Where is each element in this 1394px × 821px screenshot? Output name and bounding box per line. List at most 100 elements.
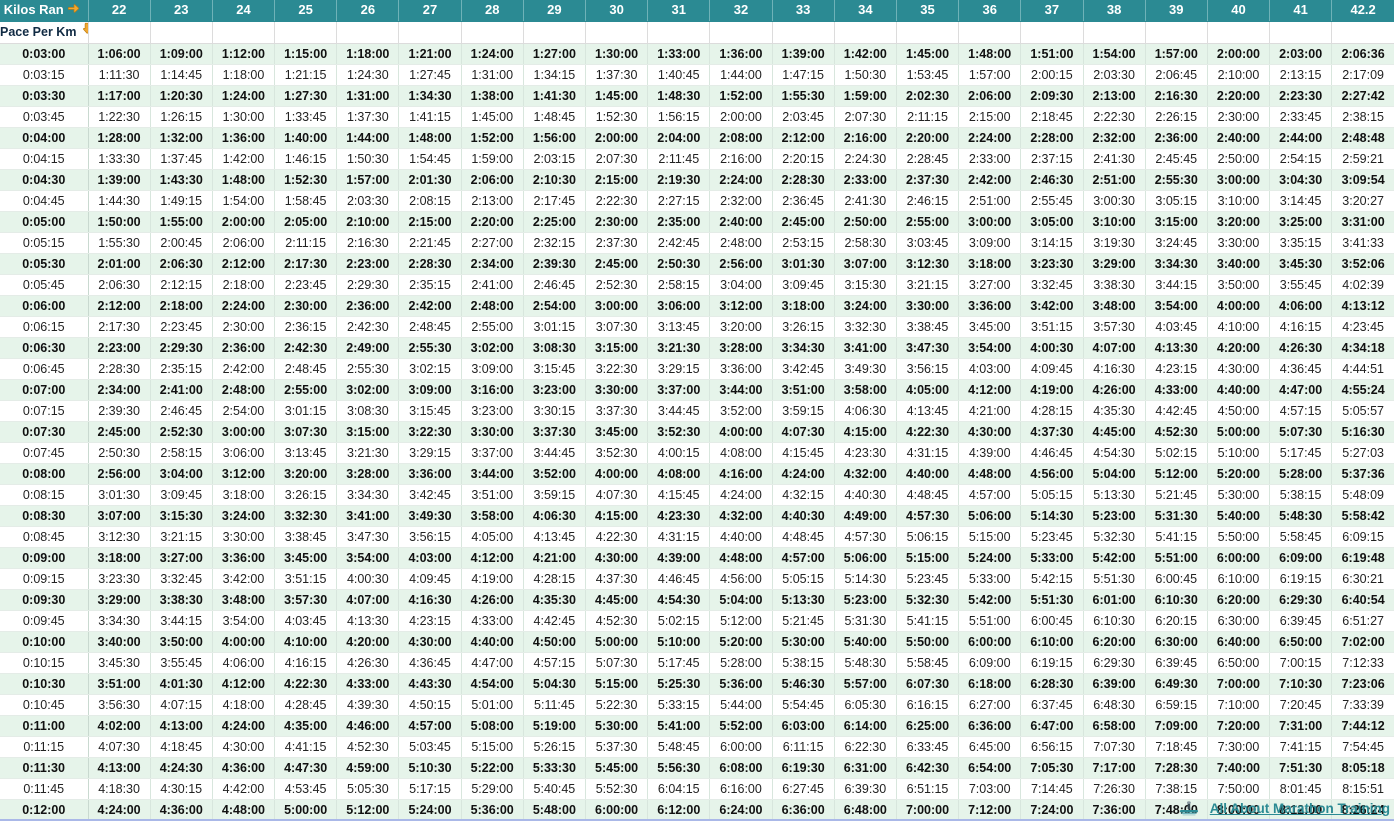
finish-time-cell: 7:24:00 — [1020, 799, 1084, 821]
finish-time-cell: 3:34:30 — [772, 337, 835, 359]
table-row: 0:08:30 3:07:00 3:15:30 3:24:00 3:32:30 3:41:… — [0, 505, 1394, 527]
finish-time-cell: 6:00:00 — [709, 736, 773, 758]
finish-time-cell: 5:24:00 — [398, 799, 462, 821]
finish-time-cell: 2:36:00 — [1145, 127, 1208, 149]
finish-time-cell: 3:06:00 — [212, 442, 276, 464]
finish-time-cell: 4:30:00 — [398, 631, 462, 653]
finish-time-cell: 6:47:00 — [1020, 715, 1084, 737]
finish-time-cell: 3:49:30 — [834, 358, 897, 380]
finish-time-cell: 1:39:00 — [88, 169, 151, 191]
finish-time-cell: 4:18:00 — [212, 694, 276, 716]
finish-time-cell: 2:20:00 — [896, 127, 960, 149]
finish-time-cell: 2:50:30 — [88, 442, 151, 464]
finish-time-cell: 4:47:00 — [1269, 379, 1333, 401]
finish-time-cell: 4:00:30 — [1020, 337, 1084, 359]
table-row: 0:04:45 1:44:30 1:49:15 1:54:00 1:58:45 2:03:… — [0, 190, 1394, 212]
finish-time-cell: 2:16:30 — [336, 232, 400, 254]
pace-cell: 0:04:30 — [0, 169, 89, 191]
finish-time-cell: 2:16:00 — [834, 127, 897, 149]
distance-header-33: 33 — [772, 0, 835, 22]
finish-time-cell: 1:31:00 — [461, 64, 524, 86]
finish-time-cell: 3:13:45 — [647, 316, 711, 338]
finish-time-cell: 3:32:45 — [1020, 274, 1084, 296]
finish-time-cell: 2:36:45 — [772, 190, 835, 212]
finish-time-cell: 2:51:00 — [958, 190, 1022, 212]
finish-time-cell: 2:39:30 — [88, 400, 151, 422]
finish-time-cell: 5:13:30 — [1083, 484, 1146, 506]
finish-time-cell: 6:39:45 — [1145, 652, 1208, 674]
pace-label-spacer-cell — [834, 21, 897, 44]
finish-time-cell: 2:19:30 — [647, 169, 711, 191]
finish-time-cell: 6:19:30 — [772, 757, 835, 779]
finish-time-cell: 2:00:00 — [709, 106, 773, 128]
finish-time-cell: 7:10:30 — [1269, 673, 1333, 695]
finish-time-cell: 2:05:00 — [274, 211, 338, 233]
finish-time-cell: 7:40:00 — [1207, 757, 1271, 779]
finish-time-cell: 5:23:45 — [1020, 526, 1084, 548]
finish-time-cell: 4:00:30 — [336, 568, 400, 590]
finish-time-cell: 2:10:30 — [523, 169, 587, 191]
pace-cell: 0:07:00 — [0, 379, 89, 401]
pace-label-spacer-cell — [1145, 21, 1208, 44]
finish-time-cell: 2:29:30 — [150, 337, 213, 359]
distance-header-36: 36 — [958, 0, 1022, 22]
finish-time-cell: 3:16:00 — [461, 379, 524, 401]
finish-time-cell: 2:32:15 — [523, 232, 587, 254]
finish-time-cell: 2:06:00 — [461, 169, 524, 191]
finish-time-cell: 4:53:45 — [274, 778, 338, 800]
finish-time-cell: 4:48:00 — [958, 463, 1022, 485]
finish-time-cell: 3:41:33 — [1331, 232, 1394, 254]
finish-time-cell: 2:03:15 — [523, 148, 587, 170]
finish-time-cell: 4:13:00 — [88, 757, 151, 779]
finish-time-cell: 6:19:48 — [1331, 547, 1394, 569]
finish-time-cell: 2:23:30 — [1269, 85, 1333, 107]
finish-time-cell: 1:42:00 — [212, 148, 276, 170]
finish-time-cell: 6:49:30 — [1145, 673, 1208, 695]
finish-time-cell: 1:52:00 — [461, 127, 524, 149]
finish-time-cell: 2:49:00 — [336, 337, 400, 359]
finish-time-cell: 7:07:30 — [1083, 736, 1146, 758]
finish-time-cell: 4:15:00 — [585, 505, 649, 527]
finish-time-cell: 2:00:00 — [585, 127, 649, 149]
finish-time-cell: 1:27:30 — [274, 85, 338, 107]
finish-time-cell: 2:06:00 — [212, 232, 276, 254]
finish-time-cell: 3:15:00 — [1145, 211, 1208, 233]
finish-time-cell: 3:51:15 — [274, 568, 338, 590]
finish-time-cell: 4:07:15 — [150, 694, 213, 716]
finish-time-cell: 3:37:30 — [585, 400, 649, 422]
finish-time-cell: 2:30:00 — [585, 211, 649, 233]
finish-time-cell: 2:38:15 — [1331, 106, 1394, 128]
finish-time-cell: 1:40:45 — [647, 64, 711, 86]
finish-time-cell: 3:42:00 — [212, 568, 276, 590]
finish-time-cell: 3:29:00 — [88, 589, 151, 611]
finish-time-cell: 5:52:30 — [585, 778, 649, 800]
finish-time-cell: 1:42:00 — [834, 43, 897, 65]
finish-time-cell: 5:07:30 — [1269, 421, 1333, 443]
finish-time-cell: 3:00:30 — [1083, 190, 1146, 212]
finish-time-cell: 3:41:00 — [336, 505, 400, 527]
finish-time-cell: 4:40:00 — [461, 631, 524, 653]
finish-time-cell: 6:48:30 — [1083, 694, 1146, 716]
finish-time-cell: 1:56:00 — [523, 127, 587, 149]
finish-time-cell: 6:01:00 — [1083, 589, 1146, 611]
pace-cell: 0:03:30 — [0, 85, 89, 107]
finish-time-cell: 3:08:30 — [336, 400, 400, 422]
all-about-marathon-training-link[interactable]: All About Marathon Training — [1210, 801, 1390, 816]
finish-time-cell: 3:51:00 — [772, 379, 835, 401]
finish-time-cell: 2:37:15 — [1020, 148, 1084, 170]
finish-time-cell: 4:57:30 — [896, 505, 960, 527]
finish-time-cell: 5:15:00 — [958, 526, 1022, 548]
finish-time-cell: 2:27:00 — [461, 232, 524, 254]
finish-time-cell: 3:47:30 — [896, 337, 960, 359]
finish-time-cell: 3:14:45 — [1269, 190, 1333, 212]
pace-cell: 0:09:00 — [0, 547, 89, 569]
table-row: 0:09:45 3:34:30 3:44:15 3:54:00 4:03:45 4:13:… — [0, 610, 1394, 632]
pace-cell: 0:08:30 — [0, 505, 89, 527]
finish-time-cell: 3:52:06 — [1331, 253, 1394, 275]
finish-time-cell: 5:33:00 — [1020, 547, 1084, 569]
finish-time-cell: 1:18:00 — [212, 64, 276, 86]
pace-cell: 0:09:30 — [0, 589, 89, 611]
finish-time-cell: 1:52:30 — [274, 169, 338, 191]
finish-time-cell: 3:48:00 — [212, 589, 276, 611]
finish-time-cell: 7:18:45 — [1145, 736, 1208, 758]
